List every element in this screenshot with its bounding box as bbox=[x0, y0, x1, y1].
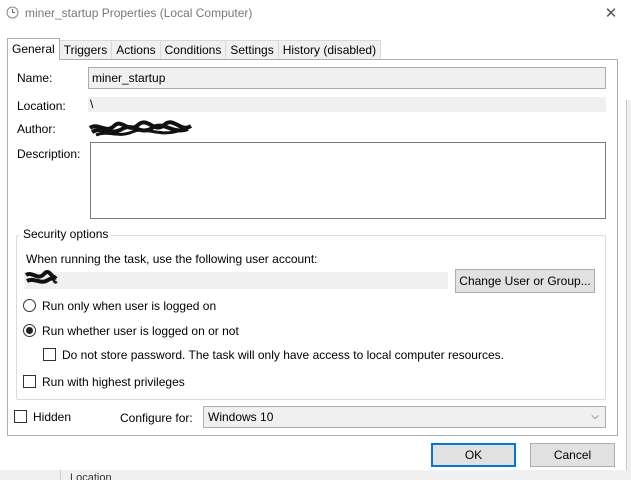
title-bar: miner_startup Properties (Local Computer… bbox=[0, 0, 631, 28]
user-account-field bbox=[24, 272, 448, 289]
background-column-header: Location bbox=[70, 472, 112, 480]
configure-for-label: Configure for: bbox=[120, 411, 193, 425]
security-options-title: Security options bbox=[20, 227, 112, 241]
configure-for-select[interactable]: Windows 10 ⌵ bbox=[203, 406, 606, 428]
chevron-down-icon: ⌵ bbox=[591, 411, 599, 422]
background-window-peek: Location bbox=[0, 470, 631, 480]
cancel-button[interactable]: Cancel bbox=[530, 443, 615, 467]
radio-logged-on-label[interactable]: Run only when user is logged on bbox=[42, 299, 216, 313]
radio-logged-on[interactable] bbox=[23, 299, 36, 312]
author-redaction bbox=[88, 120, 193, 137]
description-label: Description: bbox=[17, 147, 81, 161]
name-label: Name: bbox=[17, 71, 53, 85]
background-window-edge bbox=[626, 100, 631, 480]
change-user-button[interactable]: Change User or Group... bbox=[455, 269, 595, 293]
tab-strip: General Triggers Actions Conditions Sett… bbox=[7, 38, 382, 60]
hidden-label[interactable]: Hidden bbox=[33, 410, 71, 424]
hidden-checkbox[interactable] bbox=[14, 410, 27, 423]
highest-privileges-checkbox[interactable] bbox=[23, 375, 36, 388]
tab-triggers[interactable]: Triggers bbox=[58, 40, 113, 60]
tab-conditions[interactable]: Conditions bbox=[159, 40, 227, 60]
background-column-divider bbox=[60, 470, 61, 480]
window-title: miner_startup Properties (Local Computer… bbox=[25, 6, 253, 20]
name-field[interactable]: miner_startup bbox=[88, 67, 606, 89]
do-not-store-password-checkbox[interactable] bbox=[43, 348, 56, 361]
configure-for-value: Windows 10 bbox=[208, 410, 274, 424]
tab-settings[interactable]: Settings bbox=[225, 40, 279, 60]
description-field[interactable] bbox=[90, 142, 606, 219]
highest-privileges-label[interactable]: Run with highest privileges bbox=[42, 375, 185, 389]
author-label: Author: bbox=[17, 122, 56, 136]
location-value: \ bbox=[88, 97, 606, 112]
radio-whether-logged-on[interactable] bbox=[23, 324, 36, 337]
user-account-redaction bbox=[24, 270, 58, 284]
close-icon: ✕ bbox=[604, 5, 618, 22]
tab-history[interactable]: History (disabled) bbox=[277, 40, 382, 60]
tab-actions[interactable]: Actions bbox=[111, 40, 161, 60]
clock-icon bbox=[6, 6, 19, 19]
account-prompt: When running the task, use the following… bbox=[26, 252, 318, 266]
close-button[interactable]: ✕ bbox=[596, 0, 626, 26]
radio-whether-logged-on-label[interactable]: Run whether user is logged on or not bbox=[42, 324, 239, 338]
tab-general[interactable]: General bbox=[7, 38, 60, 60]
location-label: Location: bbox=[17, 99, 66, 113]
ok-button[interactable]: OK bbox=[431, 443, 516, 467]
do-not-store-password-label[interactable]: Do not store password. The task will onl… bbox=[62, 348, 504, 362]
